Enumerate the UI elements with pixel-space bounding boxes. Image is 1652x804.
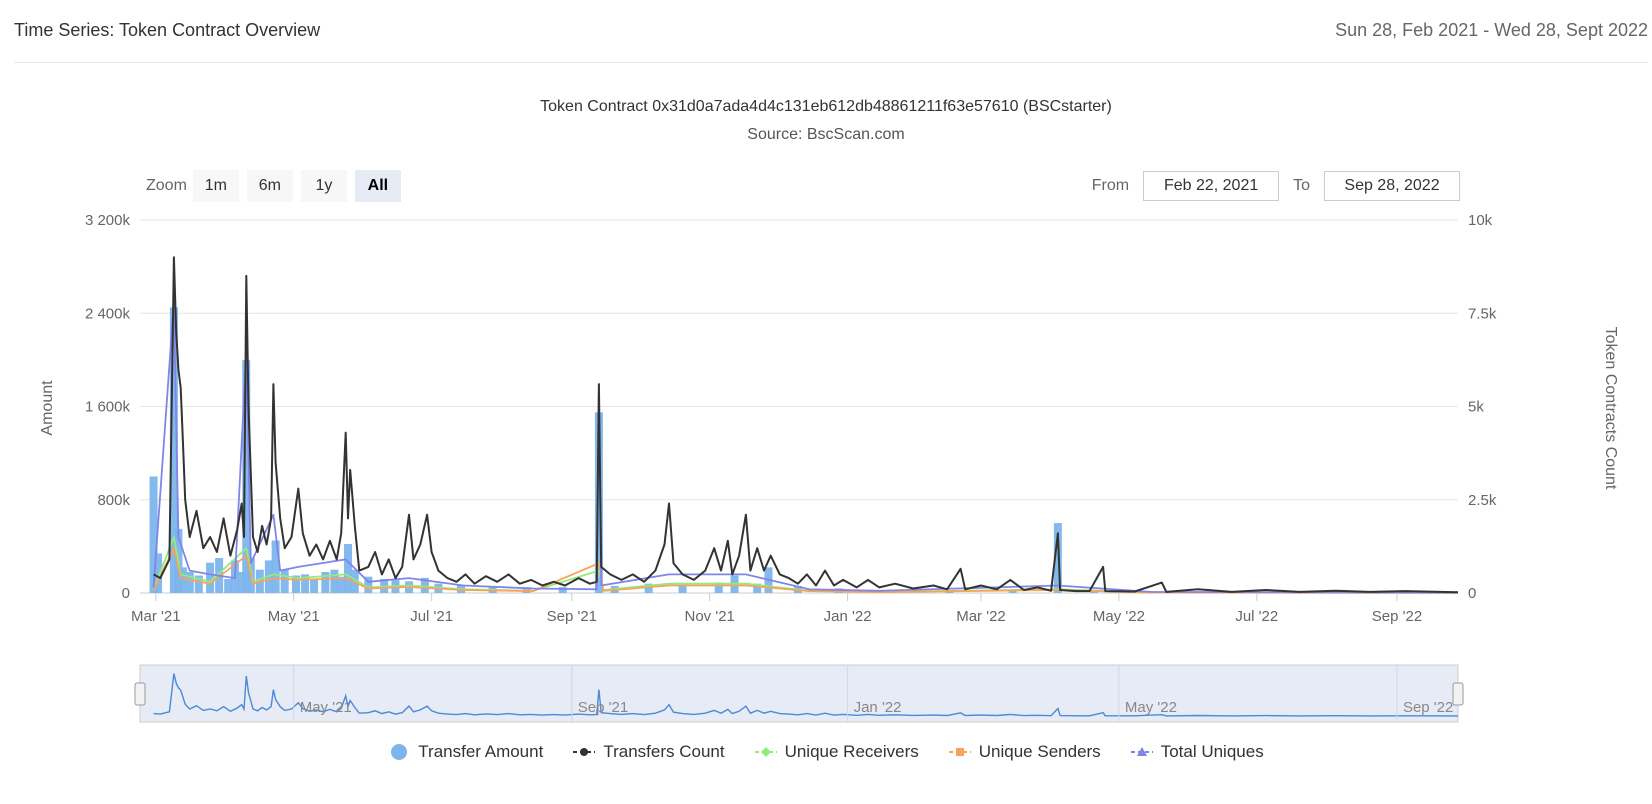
navigator-tick-label: Jan '22 [854, 699, 902, 716]
legend-label: Unique Receivers [784, 742, 919, 761]
legend-label: Transfers Count [603, 742, 725, 761]
y-right-tick-label: 7.5k [1468, 305, 1497, 322]
grid-lines [140, 219, 1458, 594]
x-tick-label: Nov '21 [685, 608, 735, 625]
y-left-tick-label: 1 600k [85, 399, 131, 416]
x-tick-label: Jan '22 [824, 608, 872, 625]
x-tick-label: Sep '22 [1372, 608, 1422, 625]
line-square-marker-icon [948, 743, 971, 761]
navigator-tick-label: Sep '22 [1403, 699, 1453, 716]
legend-label: Transfer Amount [418, 742, 544, 761]
y-right-tick-label: 0 [1468, 585, 1476, 602]
legend-label: Unique Senders [978, 742, 1101, 761]
legend-item-total-uniques[interactable]: Total Uniques [1130, 742, 1264, 762]
line-circle-marker-icon [573, 743, 596, 761]
transfer-amount-bar [271, 540, 280, 593]
transfer-amount-bar [310, 579, 319, 593]
navigator-tick-label: Sep '21 [578, 699, 628, 716]
y-left-tick-label: 800k [97, 492, 130, 509]
legend-item-transfer-amount[interactable]: Transfer Amount [388, 742, 543, 762]
navigator-right-handle[interactable] [1452, 682, 1464, 706]
legend-item-unique-receivers[interactable]: Unique Receivers [754, 742, 919, 762]
x-tick-label: Mar '21 [131, 608, 181, 625]
series-line-transfers-count [153, 256, 1459, 594]
navigator-tick-label: May '21 [300, 699, 352, 716]
navigator-left-handle[interactable] [134, 682, 146, 706]
y-right-tick-label: 2.5k [1468, 492, 1497, 509]
legend-item-unique-senders[interactable]: Unique Senders [948, 742, 1101, 762]
y-left-tick-label: 2 400k [85, 305, 131, 322]
y-left-tick-label: 3 200k [85, 212, 131, 229]
x-tick-label: Jul '21 [410, 608, 453, 625]
y-right-tick-label: 5k [1468, 399, 1484, 416]
y-axis-right-title: Token Contracts Count [1602, 327, 1619, 490]
transfer-amount-bar [280, 569, 289, 593]
x-tick-label: Sep '21 [547, 608, 597, 625]
line-diamond-marker-icon [754, 743, 777, 761]
circle-marker-icon [388, 743, 410, 761]
legend: Transfer Amount Transfers Count Unique R… [0, 742, 1652, 762]
x-tick-label: May '22 [1093, 608, 1145, 625]
transfer-amount-bar [206, 562, 215, 593]
x-tick-label: May '21 [268, 608, 320, 625]
legend-item-transfers-count[interactable]: Transfers Count [573, 742, 725, 762]
y-axis-left-title: Amount [39, 380, 56, 436]
legend-label: Total Uniques [1160, 742, 1264, 761]
line-triangle-marker-icon [1130, 743, 1153, 761]
y-right-tick-label: 10k [1468, 212, 1493, 229]
y-left-tick-label: 0 [122, 585, 130, 602]
transfer-amount-columns [149, 307, 1433, 593]
transfer-amount-bar [1008, 591, 1017, 593]
navigator[interactable]: May '21 Sep '21 Jan '22 May '22 Sep '22 [134, 664, 1464, 723]
series-lines [152, 256, 1459, 594]
navigator-tick-label: May '22 [1125, 699, 1177, 716]
x-tick-label: Jul '22 [1235, 608, 1278, 625]
axes: 0 0 800k 2.5k 1 600k 5k 2 400k 7.5k 3 200k 10k Mar… [85, 212, 1497, 625]
time-series-chart: 0 0 800k 2.5k 1 600k 5k 2 400k 7.5k 3 200k 10k Mar… [39, 212, 1619, 723]
x-tick-label: Mar '22 [956, 608, 1006, 625]
